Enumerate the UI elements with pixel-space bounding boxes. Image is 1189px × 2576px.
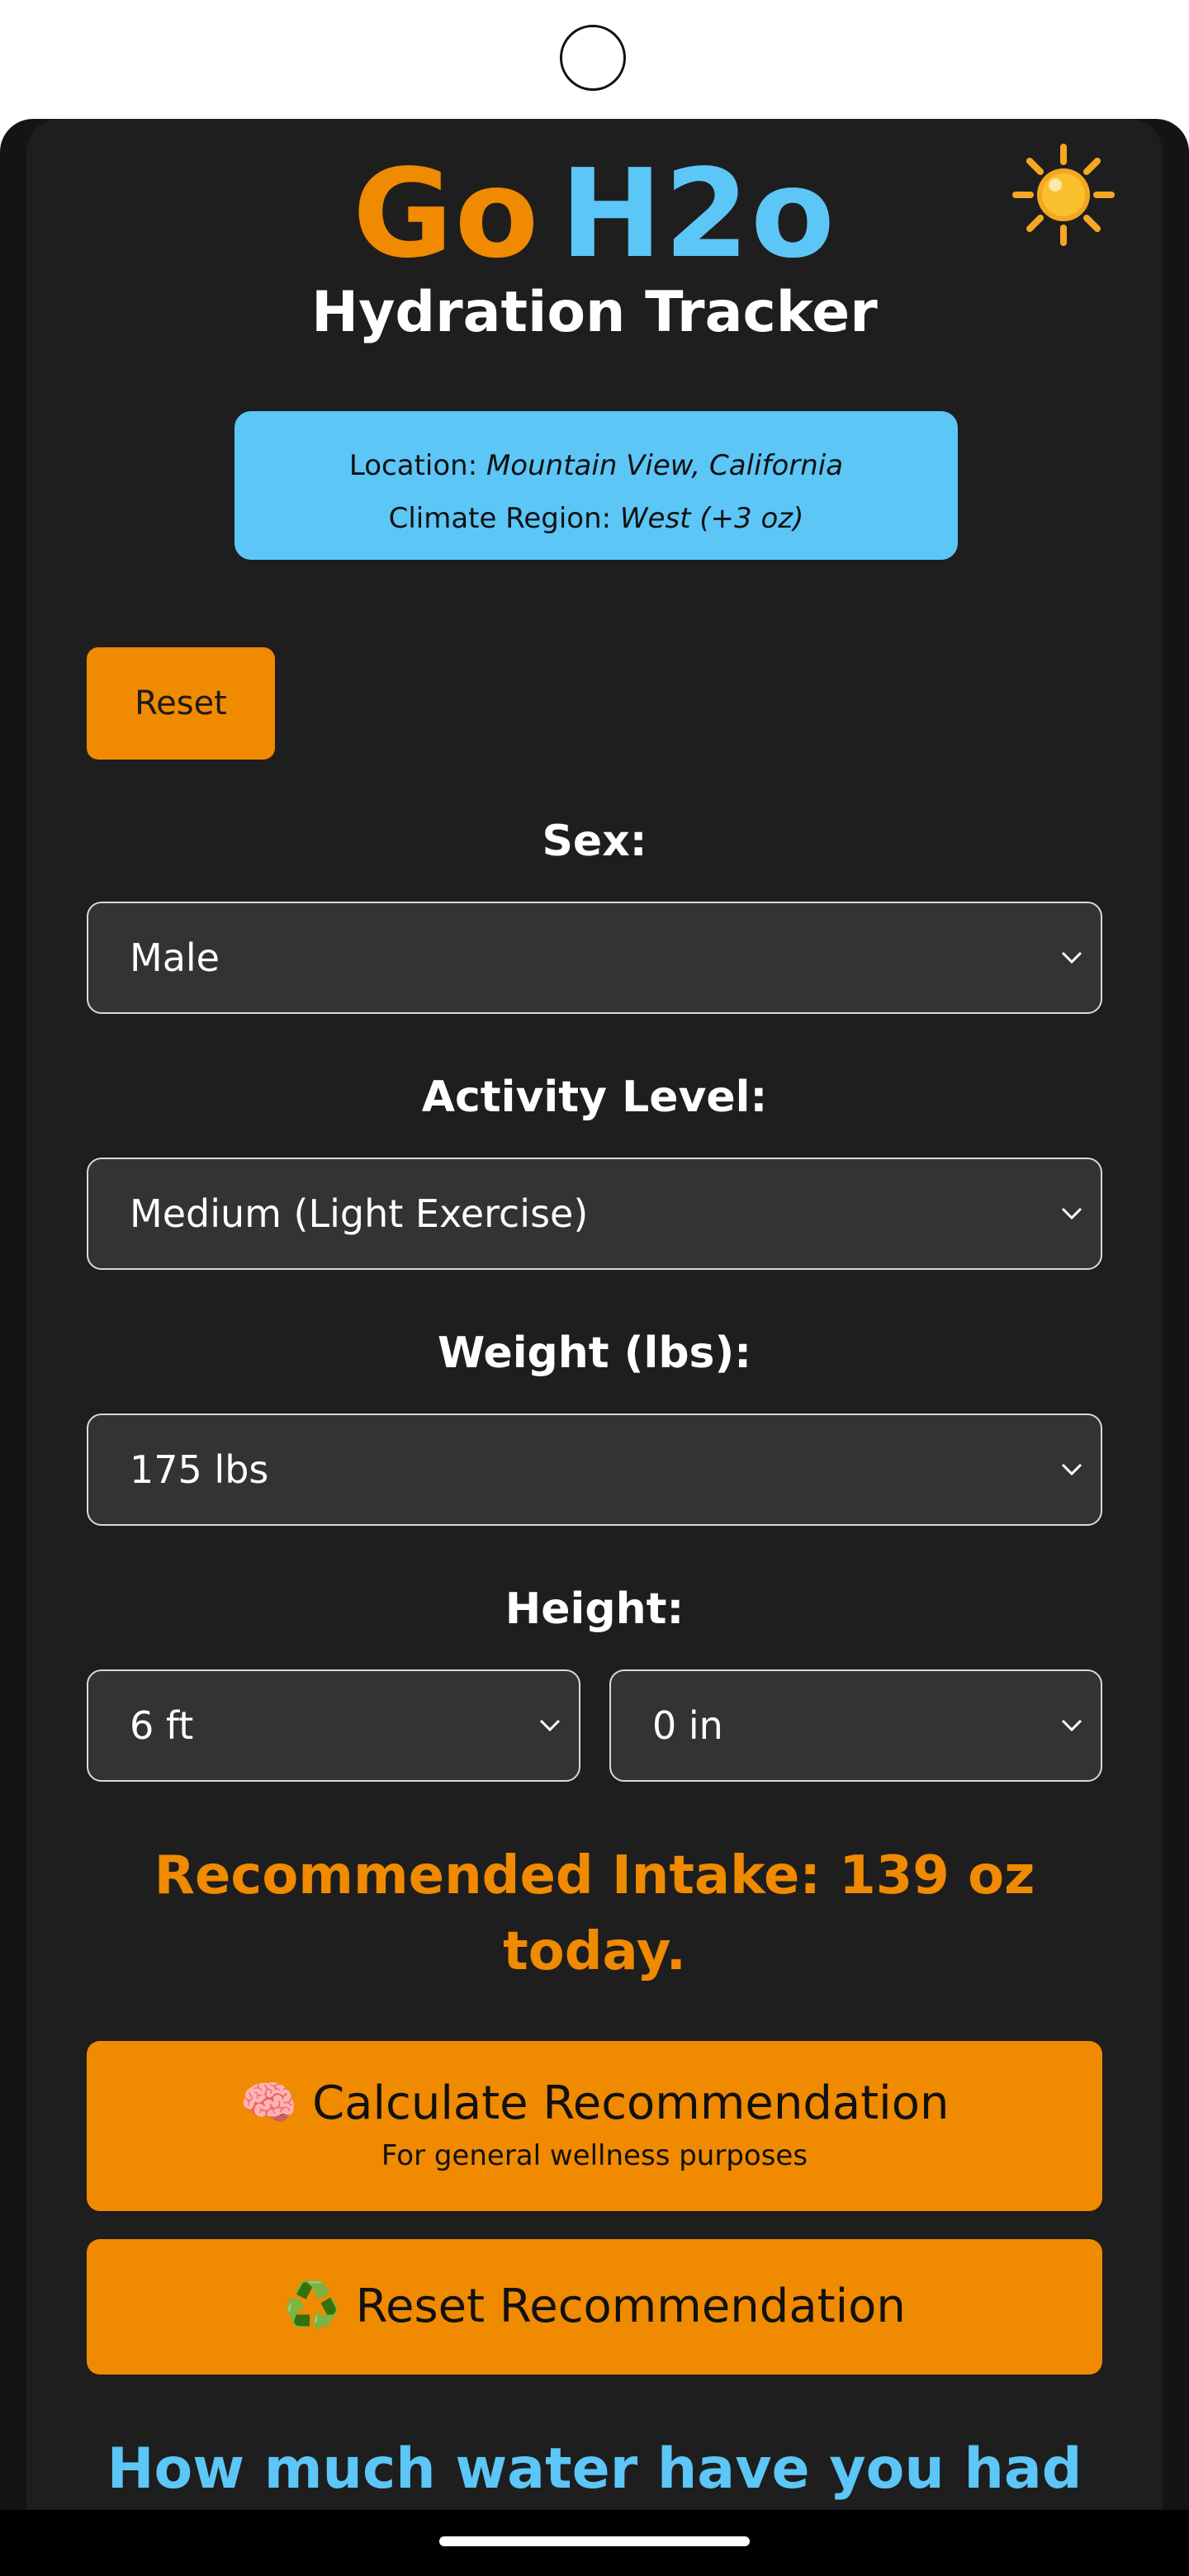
height-inches-value: 0 in	[652, 1703, 723, 1748]
navigation-bar	[0, 2510, 1189, 2576]
app-screen: Go H2o Hydration Tracker Location: Mounta…	[26, 119, 1163, 2510]
height-inches-select[interactable]: 0 in	[609, 1669, 1102, 1782]
app-subtitle: Hydration Tracker	[311, 280, 878, 345]
location-info-box: Location: Mountain View, California Clim…	[234, 411, 958, 560]
location-value: Mountain View, California	[486, 449, 844, 482]
calculate-button-main: 🧠 Calculate Recommendation	[87, 2072, 1102, 2135]
weight-select[interactable]: 175 lbs	[87, 1413, 1102, 1526]
climate-label: Climate Region:	[388, 502, 612, 535]
sex-label: Sex:	[542, 817, 647, 866]
weight-value: 175 lbs	[130, 1447, 269, 1492]
sex-select[interactable]: Male	[87, 902, 1102, 1014]
location-line: Location: Mountain View, California	[234, 439, 958, 492]
calculate-button-subtext: For general wellness purposes	[381, 2139, 808, 2172]
weight-label: Weight (lbs):	[437, 1328, 752, 1378]
chevron-down-icon	[1061, 1207, 1082, 1220]
title-go: Go	[353, 143, 541, 285]
height-feet-value: 6 ft	[130, 1703, 194, 1748]
height-label: Height:	[504, 1584, 685, 1634]
recommended-intake-text: Recommended Intake: 139 oz today.	[154, 1845, 1035, 1982]
climate-line: Climate Region: West (+3 oz)	[234, 492, 958, 545]
activity-level-label: Activity Level:	[421, 1073, 768, 1122]
reset-recommendation-label: Reset Recommendation	[355, 2280, 906, 2333]
activity-level-value: Medium (Light Exercise)	[130, 1191, 589, 1236]
brain-icon: 🧠	[239, 2076, 298, 2130]
water-intake-heading: How much water have you had	[107, 2436, 1082, 2502]
sex-select-value: Male	[130, 935, 220, 980]
calculate-recommendation-button[interactable]: 🧠 Calculate Recommendation For general w…	[87, 2041, 1102, 2211]
climate-value: West (+3 oz)	[619, 502, 804, 535]
chevron-down-icon	[1061, 1719, 1082, 1732]
recycle-icon: ♻️	[283, 2280, 341, 2333]
location-label: Location:	[348, 449, 478, 482]
app-title: Go H2o	[26, 144, 1163, 284]
chevron-down-icon	[539, 1719, 561, 1732]
title-h2o: H2o	[560, 143, 836, 285]
calculate-button-label: Calculate Recommendation	[312, 2076, 950, 2130]
reset-button[interactable]: Reset	[87, 647, 275, 760]
home-indicator[interactable]	[439, 2536, 750, 2546]
activity-level-select[interactable]: Medium (Light Exercise)	[87, 1158, 1102, 1270]
status-bar	[0, 0, 1189, 119]
chevron-down-icon	[1061, 1463, 1082, 1476]
reset-recommendation-button[interactable]: ♻️ Reset Recommendation	[87, 2239, 1102, 2375]
height-feet-select[interactable]: 6 ft	[87, 1669, 580, 1782]
chevron-down-icon	[1061, 951, 1082, 964]
camera-cutout	[560, 25, 626, 91]
